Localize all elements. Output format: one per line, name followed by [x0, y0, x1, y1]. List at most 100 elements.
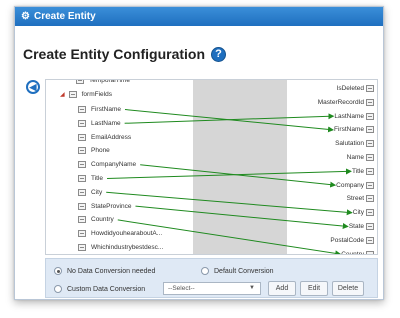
left-field-row[interactable]: EmailAddress	[78, 131, 131, 144]
left-group-formfields[interactable]: ◢ formFields	[60, 88, 112, 101]
page-title-text: Create Entity Configuration	[23, 46, 206, 62]
folder-icon	[68, 91, 77, 98]
field-icon	[366, 140, 374, 148]
right-field-row[interactable]: Country	[341, 248, 374, 255]
left-field-label: Country	[91, 216, 114, 224]
field-icon	[78, 119, 86, 127]
field-mapping-panel: TemporalTime ◢ formFields FirstName LastName…	[45, 79, 378, 255]
no-conversion-option[interactable]: No Data Conversion needed	[54, 265, 155, 277]
expand-triangle-icon[interactable]: ◢	[60, 91, 65, 98]
right-field-row[interactable]: Street	[347, 192, 374, 205]
left-field-label: TemporalTime	[89, 79, 130, 84]
mapping-line	[107, 168, 352, 179]
mapping-line	[124, 113, 335, 124]
left-field-label: HowdidyouhearaboutA...	[91, 230, 163, 238]
no-conversion-label: No Data Conversion needed	[67, 267, 156, 275]
field-icon	[366, 98, 374, 106]
field-icon	[78, 161, 86, 169]
conversion-select-value: --Select--	[168, 285, 195, 292]
gear-icon: ⚙	[21, 11, 30, 22]
right-field-row[interactable]: IsDeleted	[337, 82, 374, 95]
field-icon	[366, 126, 374, 134]
help-icon[interactable]: ?	[211, 46, 227, 62]
left-field-row[interactable]: Phone	[78, 144, 110, 157]
field-icon	[78, 175, 86, 182]
field-icon	[366, 223, 374, 230]
custom-conversion-option[interactable]: Custom Data Conversion	[54, 283, 145, 295]
mapping-line	[106, 191, 353, 216]
right-field-row[interactable]: PostalCode	[330, 234, 374, 247]
right-field-label: FirstName	[334, 126, 364, 134]
edit-button[interactable]: Edit	[300, 281, 328, 296]
left-field-label: LastName	[91, 119, 121, 127]
field-icon	[78, 230, 86, 238]
field-icon	[78, 188, 86, 196]
field-icon	[78, 244, 86, 251]
field-icon	[366, 181, 374, 189]
dialog-title: Create Entity	[33, 11, 96, 22]
field-icon	[366, 167, 374, 175]
delete-button[interactable]: Delete	[332, 281, 364, 296]
default-conversion-radio[interactable]	[201, 267, 209, 275]
right-field-row[interactable]: City	[353, 206, 374, 219]
right-field-label: City	[352, 209, 364, 217]
right-field-label: Title	[351, 167, 364, 175]
left-field-row[interactable]: Country	[78, 213, 114, 226]
chevron-down-icon: ▼	[249, 285, 255, 291]
right-field-row[interactable]: State	[349, 220, 374, 233]
field-icon	[76, 80, 84, 84]
left-field-row[interactable]: CompanyName	[78, 158, 136, 171]
field-icon	[366, 195, 374, 203]
left-field-label: Title	[91, 175, 104, 182]
field-icon	[78, 106, 86, 113]
left-field-row[interactable]: FirstName	[78, 103, 121, 116]
right-field-row[interactable]: Company	[336, 179, 374, 192]
right-field-label: IsDeleted	[336, 85, 364, 92]
left-field-row[interactable]: Title	[78, 172, 103, 185]
field-icon	[78, 216, 86, 224]
field-icon	[366, 236, 374, 244]
left-field-label: Phone	[91, 147, 110, 155]
field-icon	[78, 133, 86, 141]
left-field-label: StateProvince	[91, 202, 132, 210]
right-field-label: Company	[336, 181, 364, 189]
left-field-row[interactable]: HowdidyouhearaboutA...	[78, 227, 162, 240]
right-field-label: Salutation	[335, 140, 364, 148]
create-entity-dialog: ⚙ Create Entity Create Entity Configurat…	[14, 6, 384, 300]
field-icon	[366, 209, 374, 217]
right-field-row[interactable]: LastName	[334, 110, 374, 123]
right-field-row[interactable]: Name	[347, 151, 374, 164]
default-conversion-option[interactable]: Default Conversion	[201, 265, 274, 277]
conversion-select[interactable]: --Select-- ▼	[163, 282, 261, 295]
right-field-label: Country	[341, 250, 364, 255]
left-field-row[interactable]: LastName	[78, 117, 121, 130]
back-arrow-icon[interactable]: ◀	[26, 80, 40, 94]
dialog-titlebar: ⚙ Create Entity	[15, 7, 383, 26]
no-conversion-radio[interactable]	[54, 267, 62, 275]
field-icon	[366, 154, 374, 161]
right-field-row[interactable]: FirstName	[334, 123, 374, 136]
custom-conversion-radio[interactable]	[54, 285, 62, 293]
left-field-label: Whichindustrybestdesc...	[91, 244, 164, 251]
left-field-temporal[interactable]: TemporalTime	[76, 79, 130, 87]
left-field-label: EmailAddress	[91, 133, 132, 141]
right-field-row[interactable]: Title	[352, 165, 374, 178]
right-field-label: State	[348, 223, 364, 230]
left-field-row[interactable]: City	[78, 186, 102, 199]
right-field-label: LastName	[334, 112, 364, 120]
add-button[interactable]: Add	[268, 281, 296, 296]
right-field-label: Street	[346, 195, 364, 203]
left-field-label: City	[91, 188, 103, 196]
field-icon	[366, 112, 374, 120]
right-field-row[interactable]: Salutation	[335, 137, 374, 150]
page-title: Create Entity Configuration ?	[23, 45, 227, 63]
left-field-row[interactable]: StateProvince	[78, 200, 131, 213]
custom-conversion-label: Custom Data Conversion	[67, 285, 146, 293]
right-field-row[interactable]: MasterRecordId	[318, 96, 374, 109]
left-field-row[interactable]: Whichindustrybestdesc...	[78, 241, 163, 254]
right-field-label: PostalCode	[330, 236, 364, 244]
conversion-options: No Data Conversion needed Default Conver…	[45, 258, 378, 298]
default-conversion-label: Default Conversion	[214, 267, 274, 275]
field-icon	[78, 202, 86, 210]
left-group-label: formFields	[81, 91, 112, 98]
